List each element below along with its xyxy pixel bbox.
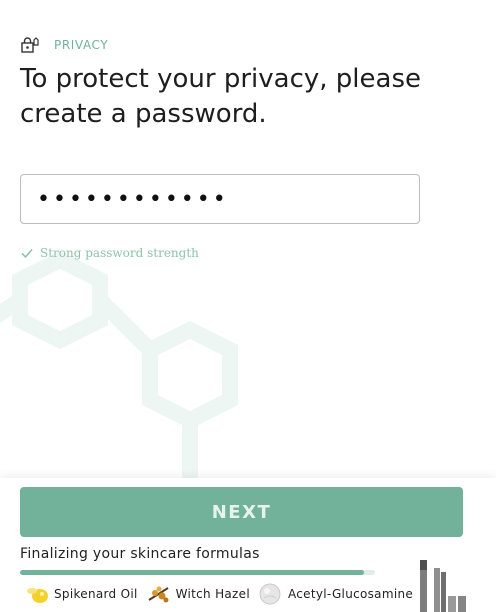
password-input[interactable] <box>37 186 403 212</box>
next-button[interactable]: NEXT <box>20 487 463 537</box>
ingredient-item: Spikenard Oil <box>24 583 138 605</box>
progress-fill <box>20 570 365 575</box>
check-icon <box>20 246 34 260</box>
ingredient-list: Spikenard Oil Witch Hazel Acetyl-Glucosa… <box>24 583 413 605</box>
lock-house-icon <box>20 36 40 54</box>
password-field[interactable] <box>20 174 420 224</box>
page-title: To protect your privacy, please create a… <box>20 64 421 129</box>
strength-text: Strong password strength <box>40 246 199 260</box>
privacy-eyebrow: PRIVACY <box>20 36 108 54</box>
oil-drop-icon <box>24 583 50 605</box>
password-strength: Strong password strength <box>20 246 199 260</box>
ingredient-name: Witch Hazel <box>175 587 250 601</box>
ingredient-name: Acetyl-Glucosamine <box>287 587 414 601</box>
background-hexagon-pattern <box>0 251 238 490</box>
eyebrow-label: PRIVACY <box>54 38 109 52</box>
ingredient-name: Spikenard Oil <box>54 587 138 601</box>
progress-label: Finalizing your skincare formulas <box>20 546 260 562</box>
ingredient-item: Acetyl-Glucosamine <box>258 583 413 605</box>
progress-bar <box>20 570 375 575</box>
ingredient-item: Witch Hazel <box>146 583 250 605</box>
product-bottles-image <box>420 560 466 612</box>
glucosamine-icon <box>258 583 284 605</box>
witch-hazel-icon <box>146 583 172 605</box>
privacy-card: PRIVACY To protect your privacy, please … <box>0 0 496 612</box>
